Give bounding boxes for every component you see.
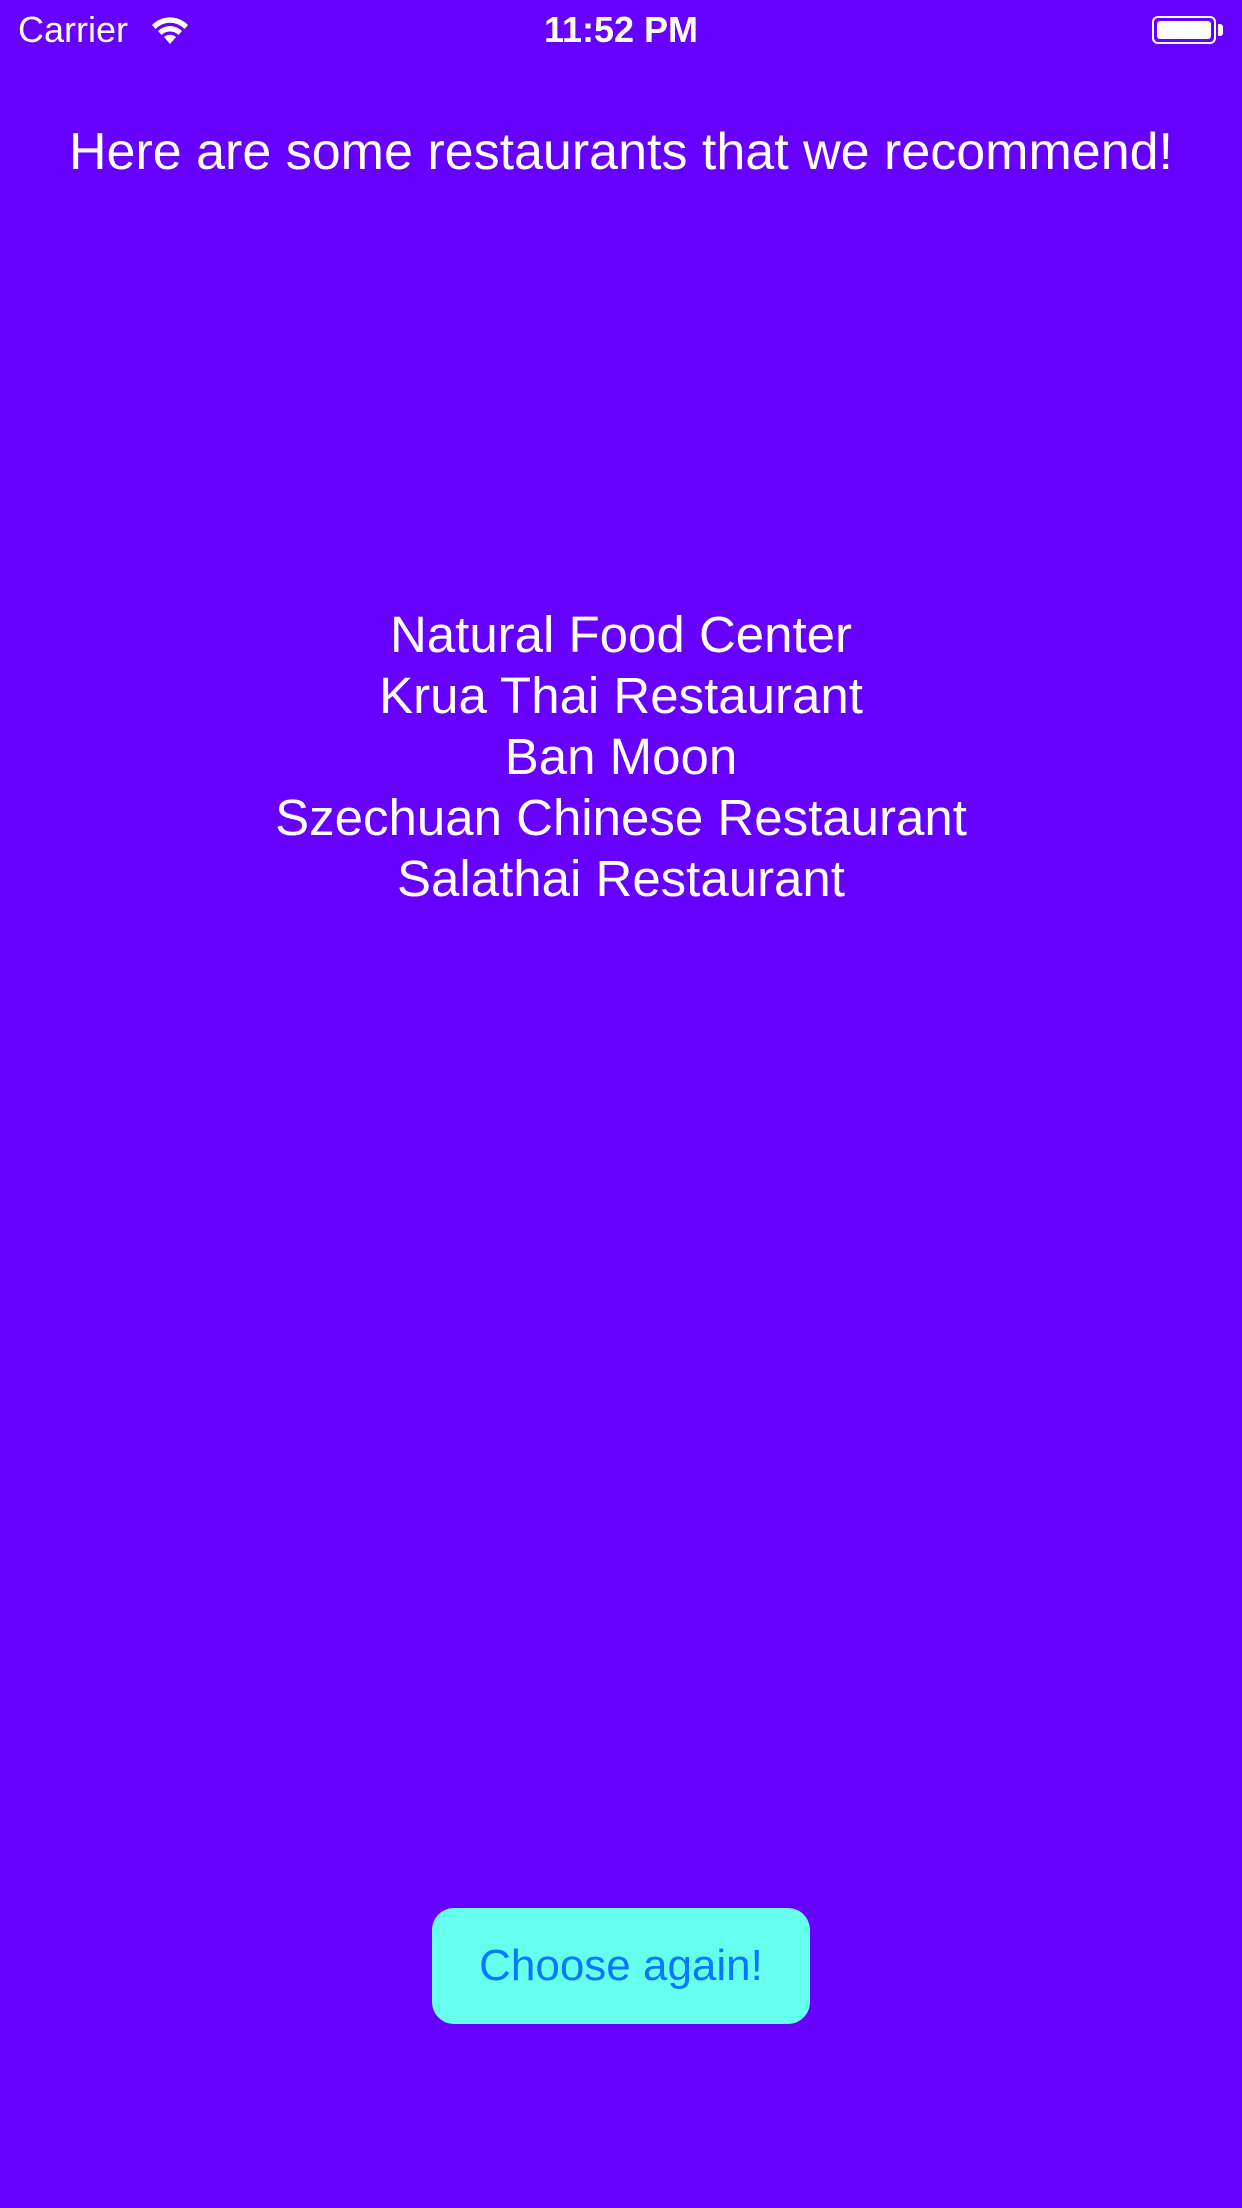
choose-again-button[interactable]: Choose again! [432,1908,810,2024]
status-bar: Carrier 11:52 PM [0,0,1242,60]
restaurant-list: Natural Food Center Krua Thai Restaurant… [0,604,1242,909]
battery-fill [1157,21,1211,39]
list-item: Szechuan Chinese Restaurant [275,789,967,846]
list-item: Natural Food Center [389,606,853,663]
list-item: Ban Moon [504,728,738,785]
list-item: Salathai Restaurant [397,850,845,907]
battery-icon [1152,16,1216,44]
status-time: 11:52 PM [543,9,699,50]
page-title: Here are some restaurants that we recomm… [68,123,1174,181]
battery-tip [1218,24,1223,36]
list-item: Krua Thai Restaurant [379,667,863,724]
